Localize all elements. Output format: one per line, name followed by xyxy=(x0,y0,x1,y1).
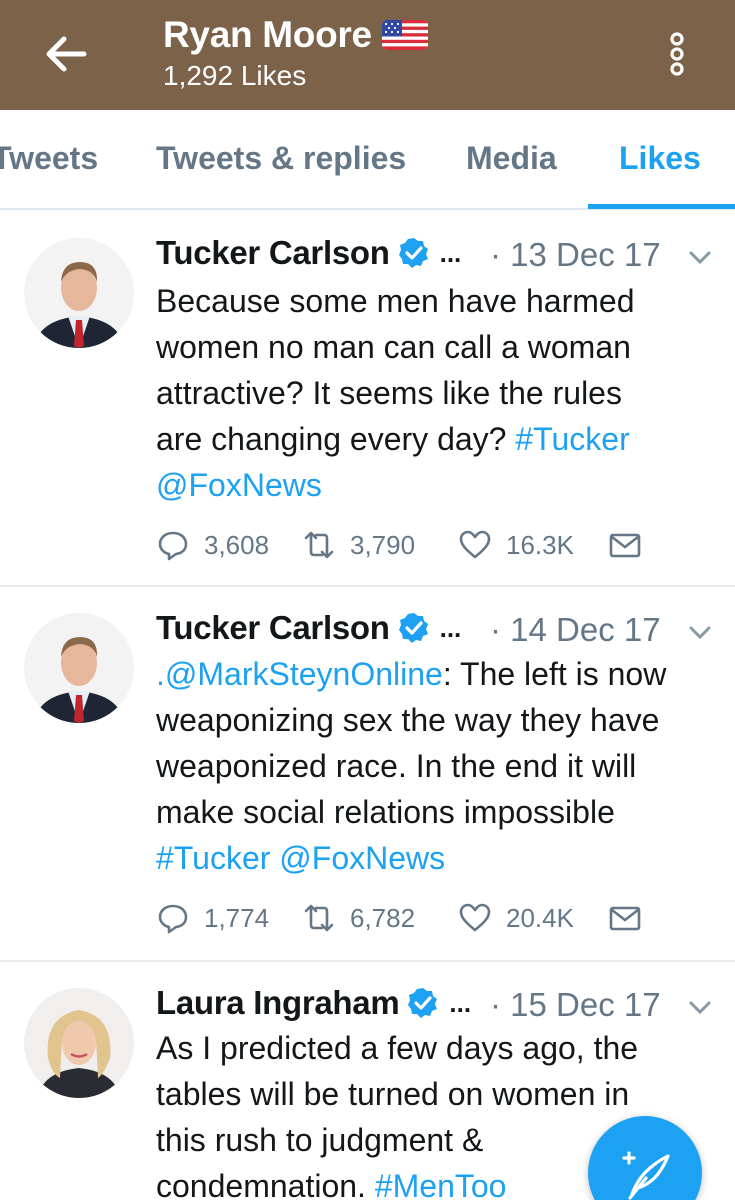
header-titles: Ryan Moore 1,292 Likes xyxy=(163,14,428,92)
tweet-text-line: weaponized race. In the end it will xyxy=(156,748,637,784)
truncation-ellipsis: ... xyxy=(439,612,462,643)
truncation-ellipsis: ... xyxy=(439,237,462,268)
direct-message-button[interactable] xyxy=(608,528,656,562)
chevron-down-icon[interactable] xyxy=(688,1000,712,1016)
author-name[interactable]: Laura Ingraham xyxy=(156,984,400,1022)
tweet-text-line: attractive? It seems like the rules xyxy=(156,375,622,411)
back-button[interactable] xyxy=(40,30,92,78)
like-button[interactable]: 20.4K xyxy=(458,901,574,935)
tweet-text-line: Because some men have harmed xyxy=(156,283,635,319)
tweet-header: Tucker Carlson ... xyxy=(156,234,461,272)
retweet-icon xyxy=(304,531,334,559)
tweet-card[interactable]: Tucker Carlson ... · 13 Dec 17 Because s… xyxy=(0,212,735,587)
reply-icon xyxy=(158,904,188,934)
tab-media[interactable]: Media xyxy=(466,140,557,177)
compose-tweet-icon xyxy=(622,1151,670,1200)
retweet-count: 3,790 xyxy=(350,529,416,560)
tab-tweets[interactable]: Tweets xyxy=(0,140,98,177)
us-flag-icon xyxy=(381,20,428,50)
heart-icon xyxy=(459,903,491,932)
tab-likes[interactable]: Likes xyxy=(619,140,701,177)
mention-link[interactable]: @FoxNews xyxy=(279,840,445,876)
heart-icon xyxy=(459,530,491,559)
reply-icon xyxy=(158,531,188,561)
tweet-text-line: are changing every day? xyxy=(156,421,516,457)
retweet-icon xyxy=(304,904,334,932)
like-count: 16.3K xyxy=(506,529,574,560)
tweet-text-line: make social relations impossible xyxy=(156,794,615,830)
hashtag-link[interactable]: #Tucker xyxy=(156,840,270,876)
tweet-actions: 1,774 6,782 20.4K xyxy=(156,901,656,941)
tweet-date: · 15 Dec 17 xyxy=(490,986,661,1023)
tweet-text-line: As I predicted a few days ago, the xyxy=(156,1030,639,1066)
avatar[interactable] xyxy=(24,238,134,348)
direct-message-button[interactable] xyxy=(608,901,656,935)
profile-name-title: Ryan Moore xyxy=(163,14,372,55)
avatar[interactable] xyxy=(24,613,134,723)
kebab-menu-icon xyxy=(670,32,684,76)
envelope-icon xyxy=(609,533,641,558)
tweet-header: Laura Ingraham ... xyxy=(156,984,471,1022)
verified-badge-icon xyxy=(398,238,428,268)
tab-tweets-and-replies[interactable]: Tweets & replies xyxy=(156,140,406,177)
retweet-button[interactable]: 6,782 xyxy=(302,901,415,935)
tweet-header: Tucker Carlson ... xyxy=(156,609,461,647)
mention-link[interactable]: @FoxNews xyxy=(156,467,322,503)
tweet-actions: 3,608 3,790 16.3K xyxy=(156,528,656,568)
more-options-button[interactable] xyxy=(662,30,692,78)
chevron-down-icon[interactable] xyxy=(688,250,712,266)
tweet-date: · 13 Dec 17 xyxy=(490,236,661,273)
tweet-text-line: weaponizing sex the way they have xyxy=(156,702,660,738)
tweet-text-line: condemnation. xyxy=(156,1168,375,1200)
tweet-text-line: women no man can call a woman xyxy=(156,329,631,365)
retweet-count: 6,782 xyxy=(350,902,416,933)
mention-link[interactable]: .@MarkSteynOnline xyxy=(156,656,443,692)
author-name[interactable]: Tucker Carlson xyxy=(156,234,390,272)
likes-count-subtitle: 1,292 Likes xyxy=(163,60,307,91)
tweet-text-line: : The left is now xyxy=(442,656,667,692)
tweet-text-line: tables will be turned on women in xyxy=(156,1076,630,1112)
hashtag-link[interactable]: #MenToo xyxy=(375,1168,507,1200)
verified-badge-icon xyxy=(408,988,438,1018)
avatar[interactable] xyxy=(24,988,134,1098)
like-count: 20.4K xyxy=(506,902,574,933)
retweet-button[interactable]: 3,790 xyxy=(302,528,415,562)
app-bar: Ryan Moore 1,292 Likes xyxy=(0,0,735,110)
envelope-icon xyxy=(609,906,641,931)
active-tab-indicator xyxy=(588,204,735,209)
profile-tabs: Tweets Tweets & replies Media Likes xyxy=(0,110,735,210)
reply-count: 1,774 xyxy=(204,902,270,933)
tweet-date: · 14 Dec 17 xyxy=(490,611,661,648)
author-name[interactable]: Tucker Carlson xyxy=(156,609,390,647)
truncation-ellipsis: ... xyxy=(449,987,472,1018)
verified-badge-icon xyxy=(398,613,428,643)
chevron-down-icon[interactable] xyxy=(688,625,712,641)
hashtag-link[interactable]: #Tucker xyxy=(515,421,629,457)
tweet-text: .@MarkSteynOnline: The left is now weapo… xyxy=(156,651,716,881)
like-button[interactable]: 16.3K xyxy=(458,528,574,562)
reply-button[interactable]: 3,608 xyxy=(156,528,269,562)
reply-count: 3,608 xyxy=(204,529,270,560)
reply-button[interactable]: 1,774 xyxy=(156,901,269,935)
tweet-text: Because some men have harmed women no ma… xyxy=(156,278,716,508)
tweet-card[interactable]: Tucker Carlson ... · 14 Dec 17 .@MarkSte… xyxy=(0,587,735,962)
arrow-left-icon xyxy=(46,36,87,72)
